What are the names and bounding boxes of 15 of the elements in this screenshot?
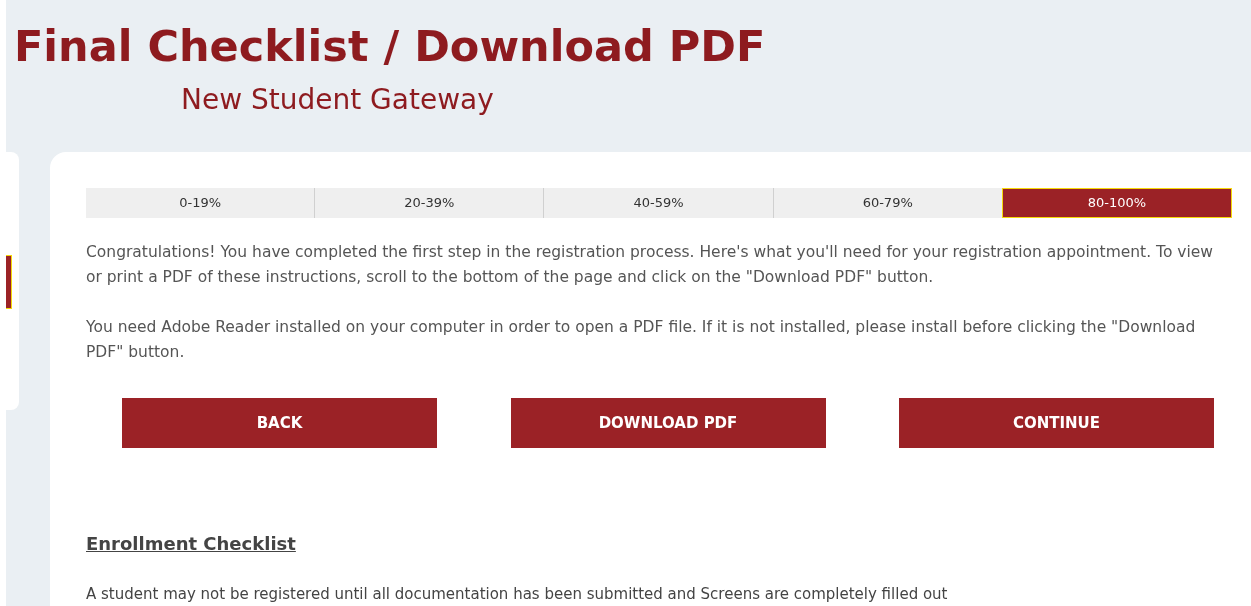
instruction-paragraph: Congratulations! You have completed the first step in the registration process. Here's what you'll need for your registration appointment. To view or print a PDF of these instructions, scroll to the bottom of the page and click on the "Download PDF" button. — [86, 242, 1214, 288]
action-button[interactable]: DOWNLOAD PDF — [510, 398, 826, 448]
action-button[interactable]: CONTINUE — [899, 398, 1214, 448]
side-tab[interactable] — [6, 255, 12, 309]
progress-segment: 40-59% — [543, 188, 773, 218]
action-button[interactable]: BACK — [122, 398, 437, 448]
progress-segment: 60-79% — [772, 188, 1002, 218]
page-subtitle: New Student Gateway — [181, 82, 495, 118]
page-title: Final Checklist / Download PDF — [14, 20, 767, 73]
progress-segment: 80-100% — [1001, 188, 1232, 218]
progress-segment: 20-39% — [314, 188, 544, 218]
progress-segment: 0-19% — [86, 188, 315, 218]
section-heading: Enrollment Checklist — [86, 532, 297, 556]
instruction-paragraph: You need Adobe Reader installed on your computer in order to open a PDF file. If it is not installed, please install before clicking the "Download PDF" button. — [86, 317, 1197, 363]
section-text: A student may not be registered until all documentation has been submitted and Screens are completely filled out — [86, 584, 949, 605]
